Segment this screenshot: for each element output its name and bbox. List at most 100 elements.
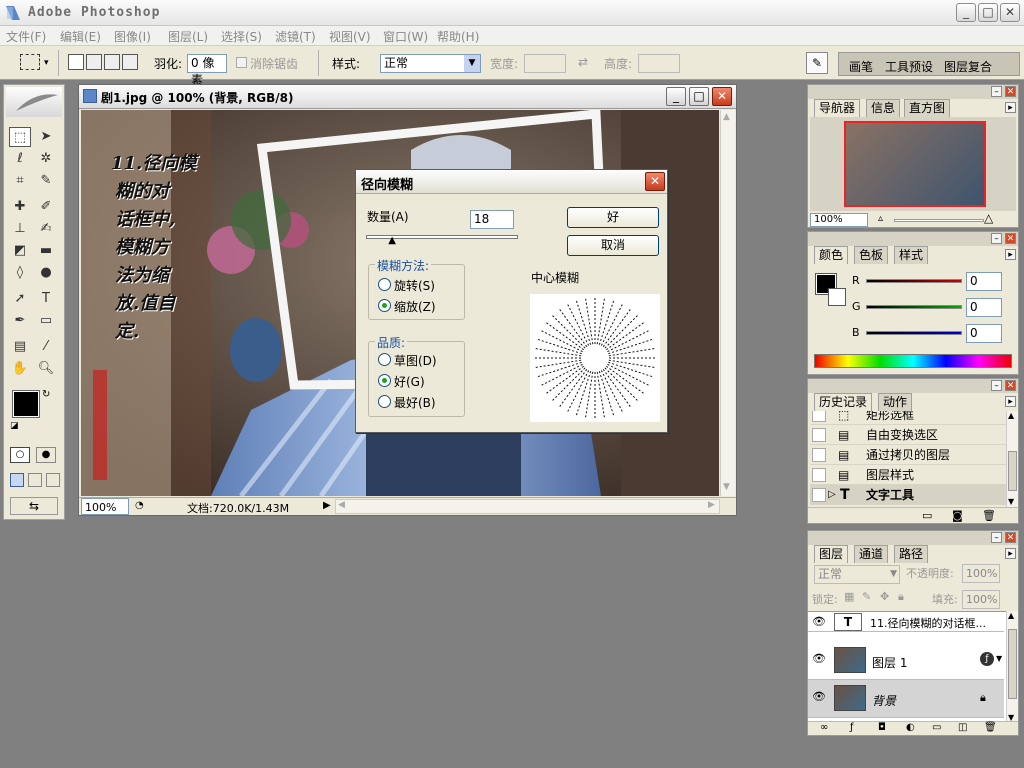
healing-brush-tool-icon[interactable]: ✚ — [9, 197, 31, 217]
screen-mode-menubar-icon[interactable] — [28, 473, 42, 487]
panel-minimize-icon[interactable]: – — [991, 233, 1002, 244]
panel-close-icon[interactable]: ✕ — [1005, 380, 1016, 391]
channel-r-input[interactable]: 0 — [966, 272, 1002, 291]
quality-best-radio[interactable] — [378, 395, 391, 408]
slice-tool-icon[interactable]: ✎ — [35, 171, 57, 191]
blur-center-preview[interactable] — [530, 294, 660, 422]
height-input[interactable] — [638, 54, 680, 73]
tab-histogram[interactable]: 直方图 — [904, 99, 951, 117]
crop-tool-icon[interactable]: ⌗ — [9, 171, 31, 191]
menu-layer[interactable]: 图层(L) — [168, 28, 208, 45]
subtract-selection-icon[interactable] — [104, 54, 120, 70]
standard-mode-icon[interactable]: ○ — [10, 447, 30, 463]
panel-menu-icon[interactable]: ▸ — [1005, 548, 1016, 559]
layer-row[interactable]: 👁︎ 图层 1 ƒ ▼ — [808, 642, 1004, 680]
doc-minimize-button[interactable]: _ — [666, 87, 686, 106]
channel-g-slider[interactable] — [866, 305, 962, 309]
palette-tab-tool-presets[interactable]: 工具预设 — [885, 58, 933, 75]
screen-mode-full-icon[interactable] — [46, 473, 60, 487]
navigator-zoom-slider[interactable] — [894, 219, 984, 222]
layers-scrollbar[interactable]: ▲ ▼ — [1006, 611, 1018, 725]
chevron-down-icon[interactable]: ▼ — [996, 654, 1002, 663]
layer-style-icon[interactable]: ƒ — [850, 722, 854, 733]
quality-draft-radio[interactable] — [378, 353, 391, 366]
palette-tab-layer-comps[interactable]: 图层复合 — [944, 58, 992, 75]
history-brush-tool-icon[interactable]: ✍ — [35, 219, 57, 239]
menu-help[interactable]: 帮助(H) — [437, 28, 479, 45]
menu-image[interactable]: 图像(I) — [114, 28, 151, 45]
pen-tool-icon[interactable]: ✒ — [9, 311, 31, 331]
horizontal-scrollbar[interactable]: ◀ ▶ — [335, 499, 720, 514]
amount-slider-thumb[interactable]: ▲ — [387, 236, 397, 246]
scroll-down-icon[interactable]: ▼ — [723, 482, 730, 492]
history-item[interactable]: ⬚ 矩形选框 — [810, 411, 1006, 425]
channel-b-input[interactable]: 0 — [966, 324, 1002, 343]
blur-tool-icon[interactable]: ◊ — [9, 263, 31, 283]
new-layer-icon[interactable]: ◫ — [958, 722, 967, 733]
lock-position-icon[interactable]: ✥ — [880, 590, 889, 603]
menu-filter[interactable]: 滤镜(T) — [275, 28, 316, 45]
palette-tab-brushes[interactable]: 画笔 — [849, 58, 873, 75]
eye-icon[interactable]: 👁︎ — [812, 691, 826, 702]
navigator-zoom-field[interactable]: 100% — [810, 213, 868, 227]
trash-icon[interactable]: 🗑︎ — [984, 722, 997, 733]
move-tool-icon[interactable]: ➤ — [35, 127, 57, 147]
tab-actions[interactable]: 动作 — [878, 393, 913, 411]
app-minimize-button[interactable]: _ — [956, 3, 976, 22]
foreground-color-swatch[interactable] — [12, 390, 40, 418]
layer-row[interactable]: 👁︎ T 11.径向模糊的对话框... — [808, 612, 1004, 632]
shape-tool-icon[interactable]: ▭ — [35, 311, 57, 331]
scroll-down-icon[interactable]: ▼ — [1008, 497, 1014, 506]
status-arrow-icon[interactable]: ▶ — [323, 500, 331, 511]
eye-icon[interactable]: 👁︎ — [812, 616, 826, 627]
notes-tool-icon[interactable]: ▤ — [9, 337, 31, 357]
panel-close-icon[interactable]: ✕ — [1005, 532, 1016, 543]
feather-input[interactable]: 0 像素 — [187, 54, 227, 87]
scroll-up-icon[interactable]: ▲ — [1008, 611, 1014, 620]
panel-minimize-icon[interactable]: – — [991, 86, 1002, 97]
lock-all-icon[interactable]: 🔒︎ — [898, 590, 904, 604]
history-snapshot-checkbox[interactable] — [812, 428, 826, 442]
marquee-tool-preset-icon[interactable] — [20, 54, 40, 70]
tab-swatches[interactable]: 色板 — [854, 246, 889, 264]
eyedropper-tool-icon[interactable]: ⁄ — [35, 337, 57, 357]
app-restore-button[interactable]: □ — [978, 3, 998, 22]
swap-colors-icon[interactable]: ↻ — [42, 389, 50, 400]
jump-to-imageready-icon[interactable]: ⇆ — [10, 497, 58, 515]
antialias-checkbox[interactable] — [236, 57, 247, 68]
tab-styles[interactable]: 样式 — [894, 246, 929, 264]
panel-minimize-icon[interactable]: – — [991, 532, 1002, 543]
history-item[interactable]: ▤ 通过拷贝的图层 — [810, 445, 1006, 465]
scroll-right-icon[interactable]: ▶ — [708, 500, 715, 510]
panel-menu-icon[interactable]: ▸ — [1005, 396, 1016, 407]
snapshot-icon[interactable]: ◙ — [952, 509, 963, 522]
tab-channels[interactable]: 通道 — [854, 545, 889, 563]
menu-view[interactable]: 视图(V) — [329, 28, 371, 45]
panel-menu-icon[interactable]: ▸ — [1005, 249, 1016, 260]
history-item[interactable]: ▤ 图层样式 — [810, 465, 1006, 485]
vertical-scrollbar[interactable]: ▲ ▼ — [720, 110, 735, 496]
style-select[interactable]: 正常 ▼ — [380, 54, 481, 73]
menu-select[interactable]: 选择(S) — [221, 28, 262, 45]
menu-window[interactable]: 窗口(W) — [383, 28, 428, 45]
tab-color[interactable]: 颜色 — [814, 246, 849, 264]
dialog-close-button[interactable]: ✕ — [645, 172, 665, 191]
magic-wand-tool-icon[interactable]: ✲ — [35, 149, 57, 169]
channel-r-slider[interactable] — [866, 279, 962, 283]
new-selection-icon[interactable] — [68, 54, 84, 70]
screen-mode-standard-icon[interactable] — [10, 473, 24, 487]
layer-effects-icon[interactable]: ƒ — [980, 652, 994, 666]
zoom-in-icon[interactable]: △ — [984, 211, 993, 225]
scroll-thumb[interactable] — [1008, 629, 1017, 699]
quality-good-radio[interactable] — [378, 374, 391, 387]
scroll-up-icon[interactable]: ▲ — [1008, 411, 1014, 420]
clone-stamp-tool-icon[interactable]: ⊥ — [9, 219, 31, 239]
zoom-field[interactable]: 100% — [81, 498, 129, 515]
history-item[interactable]: ▤ 自由变换选区 — [810, 425, 1006, 445]
ok-button[interactable]: 好 — [567, 207, 659, 228]
new-group-icon[interactable]: ▭ — [932, 722, 941, 733]
gradient-tool-icon[interactable]: ▬ — [35, 241, 57, 261]
default-colors-icon[interactable]: ◪ — [10, 421, 19, 431]
lock-transparent-icon[interactable]: ▦ — [844, 590, 854, 603]
link-layers-icon[interactable]: ∞ — [820, 722, 828, 733]
